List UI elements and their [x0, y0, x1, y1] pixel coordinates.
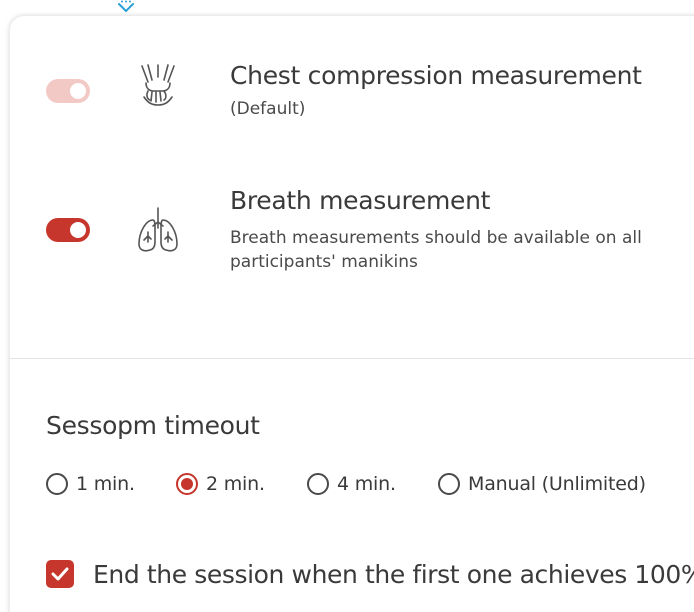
toggle-knob	[70, 83, 86, 99]
end-session-checkbox[interactable]	[46, 560, 74, 588]
timeout-option-1min[interactable]: 1 min.	[46, 470, 135, 498]
settings-screen: Chest compression measurement (Default) …	[0, 0, 694, 612]
breath-measurement-title: Breath measurement	[230, 186, 491, 215]
radio-circle[interactable]	[438, 473, 460, 495]
timeout-option-manual[interactable]: Manual (Unlimited)	[438, 470, 646, 498]
radio-label: 1 min.	[76, 473, 135, 495]
timeout-option-4min[interactable]: 4 min.	[307, 470, 396, 498]
chevron-down-icon	[118, 0, 134, 12]
radio-label: Manual (Unlimited)	[468, 473, 646, 495]
radio-circle[interactable]	[307, 473, 329, 495]
breath-measurement-toggle[interactable]	[46, 218, 90, 242]
session-timeout-title: Sessopm timeout	[46, 411, 260, 440]
radio-label: 2 min.	[206, 473, 265, 495]
breath-measurement-subtitle: Breath measurements should be available …	[230, 228, 642, 272]
chest-compression-title: Chest compression measurement	[230, 61, 642, 90]
end-session-label: End the session when the first one achie…	[93, 559, 694, 589]
chest-compression-toggle[interactable]	[46, 79, 90, 103]
toggle-knob	[70, 222, 86, 238]
lungs-icon	[138, 207, 178, 252]
hands-compression-icon	[141, 64, 175, 106]
chest-compression-subtitle: (Default)	[230, 99, 306, 119]
checkmark-icon	[51, 567, 69, 581]
end-session-option[interactable]: End the session when the first one achie…	[46, 558, 694, 590]
radio-label: 4 min.	[337, 473, 396, 495]
radio-circle-selected[interactable]	[176, 473, 198, 495]
radio-circle[interactable]	[46, 473, 68, 495]
timeout-option-2min[interactable]: 2 min.	[176, 470, 265, 498]
section-divider	[10, 358, 694, 359]
